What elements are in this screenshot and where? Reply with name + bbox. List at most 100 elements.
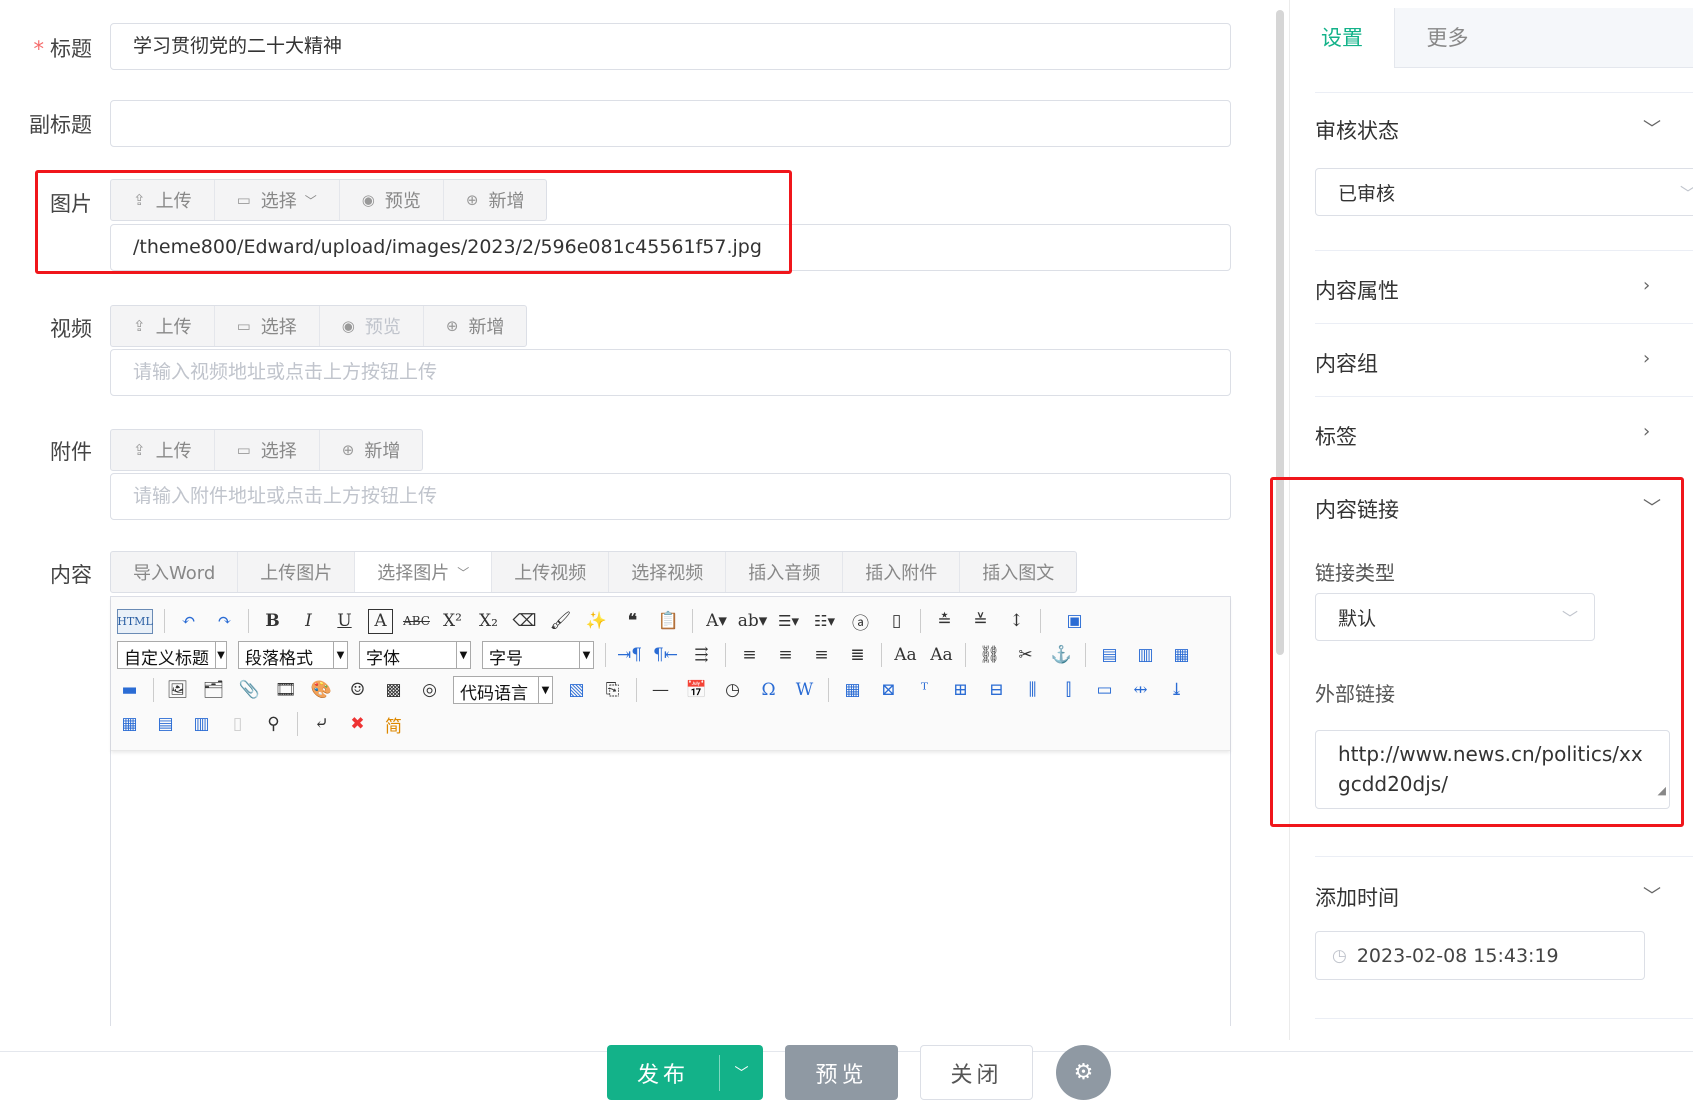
clear-doc-icon[interactable]: ▯ [884, 609, 909, 634]
html-source-icon[interactable]: HTML [117, 608, 153, 634]
search-replace-icon[interactable]: ⚲ [261, 712, 286, 737]
image-left-icon[interactable]: ▥ [1133, 643, 1158, 668]
code-language-select[interactable]: 代码语言 ▼ [453, 676, 553, 704]
superscript-icon[interactable]: X² [440, 609, 465, 634]
redo-icon[interactable]: ↷ [212, 609, 237, 634]
font-family-select[interactable]: 字体 ▼ [359, 641, 471, 669]
content-attributes-title[interactable]: 内容属性 [1315, 275, 1399, 305]
form-scrollbar-thumb[interactable] [1276, 10, 1284, 655]
tools-icon[interactable]: ✖ [345, 712, 370, 737]
underline-icon[interactable]: U [332, 609, 357, 634]
publish-button[interactable]: 发布 ﹀ [607, 1045, 763, 1100]
to-uppercase-icon[interactable]: Aa [893, 643, 918, 668]
align-left-icon[interactable]: ≡ [737, 643, 762, 668]
unlink-icon[interactable]: ✂ [1013, 643, 1038, 668]
select-all-icon[interactable]: ⓐ [848, 609, 873, 634]
insert-row-icon[interactable]: ⊞ [948, 678, 973, 703]
content-link-title[interactable]: 内容链接 [1315, 494, 1399, 524]
chevron-down-icon[interactable]: ﹀ [720, 1063, 763, 1083]
insert-audio-button[interactable]: 插入音频 [726, 552, 844, 592]
chevron-down-icon[interactable]: ﹀ [1643, 115, 1661, 141]
review-status-select[interactable]: 已审核 ﹀ [1315, 168, 1693, 216]
image-none-icon[interactable]: ▤ [1097, 643, 1122, 668]
image-right-icon[interactable]: ▦ [1169, 643, 1194, 668]
rich-text-editor[interactable]: HTML ↶ ↷ B I U A ABC X² X₂ ⌫ 🖌 ✨ ❝ 📋 A▾ … [110, 596, 1231, 1026]
font-color-icon[interactable]: A▾ [704, 609, 729, 634]
rtl-icon[interactable]: ¶⇤ [653, 643, 678, 668]
undo-icon[interactable]: ↶ [176, 609, 201, 634]
link-icon[interactable]: ⛓ [977, 643, 1002, 668]
split-to-cols-icon[interactable]: ▥ [189, 712, 214, 737]
ltr-icon[interactable]: ⇥¶ [617, 643, 642, 668]
review-status-title[interactable]: 审核状态 [1315, 115, 1399, 145]
italic-icon[interactable]: I [296, 609, 321, 634]
font-border-icon[interactable]: A [368, 608, 393, 634]
horizontal-rule-icon[interactable]: — [648, 678, 673, 703]
delete-col-icon[interactable]: ⫿ [1056, 678, 1081, 703]
insert-table-icon[interactable]: ▦ [840, 678, 865, 703]
tab-settings[interactable]: 设置 [1290, 8, 1395, 68]
word-image-icon[interactable]: ⎘ [600, 678, 625, 703]
special-chars-icon[interactable]: Ω [756, 678, 781, 703]
video-input[interactable]: 请输入视频地址或点击上方按钮上传 [110, 349, 1231, 396]
image-select-button[interactable]: ▭ 选择 ﹀ [215, 180, 340, 220]
add-time-picker[interactable]: ◷ 2023-02-08 15:43:19 [1315, 931, 1645, 980]
chevron-right-icon[interactable]: › [1643, 421, 1650, 442]
custom-heading-select[interactable]: 自定义标题 ▼ [117, 641, 227, 669]
external-link-textarea[interactable]: http://www.news.cn/politics/xxgcdd20djs/… [1315, 730, 1670, 809]
format-brush-icon[interactable]: 🖌 [548, 609, 573, 634]
date-icon[interactable]: 📅 [684, 678, 709, 703]
simple-upload-icon[interactable]: 🖼 [165, 678, 190, 703]
row-spacing-bottom-icon[interactable]: ≚ [968, 609, 993, 634]
attachment-select-button[interactable]: ▭ 选择 [215, 430, 320, 470]
chevron-right-icon[interactable]: › [1643, 348, 1650, 369]
image-center-icon[interactable]: ▬ [117, 678, 142, 703]
word-doc-icon[interactable]: W [792, 678, 817, 703]
scrawl-icon[interactable]: 🎨 [309, 678, 334, 703]
insert-col-icon[interactable]: ⫼ [1020, 678, 1045, 703]
row-spacing-top-icon[interactable]: ≛ [932, 609, 957, 634]
title-input[interactable]: 学习贯彻党的二十大精神 [110, 23, 1231, 70]
anchor-icon[interactable]: ⚓ [1049, 643, 1074, 668]
insert-attachment-button[interactable]: 插入附件 [843, 552, 961, 592]
font-size-select[interactable]: 字号 ▼ [482, 641, 594, 669]
attachment-input[interactable]: 请输入附件地址或点击上方按钮上传 [110, 473, 1231, 520]
strikethrough-icon[interactable]: ABC [403, 609, 430, 634]
eraser-icon[interactable]: ⌫ [512, 609, 537, 634]
tags-title[interactable]: 标签 [1315, 421, 1357, 451]
merge-down-icon[interactable]: ⤓ [1164, 678, 1189, 703]
blockquote-icon[interactable]: ❝ [620, 609, 645, 634]
gear-icon[interactable]: ⚙ [1056, 1045, 1111, 1100]
video-icon[interactable]: 🎞 [273, 678, 298, 703]
template-icon[interactable]: ▧ [564, 678, 589, 703]
delete-row-icon[interactable]: ⊟ [984, 678, 1009, 703]
link-type-select[interactable]: 默认 ﹀ [1315, 593, 1595, 641]
merge-cells-icon[interactable]: ▭ [1092, 678, 1117, 703]
to-lowercase-icon[interactable]: Aa [929, 643, 954, 668]
merge-right-icon[interactable]: ⇹ [1128, 678, 1153, 703]
image-preview-button[interactable]: ◉ 预览 [340, 180, 444, 220]
add-time-title[interactable]: 添加时间 [1315, 882, 1399, 912]
image-upload-button[interactable]: ⇪ 上传 [111, 180, 215, 220]
split-to-cells-icon[interactable]: ▦ [117, 712, 142, 737]
ordered-list-icon[interactable]: ☰▾ [776, 609, 801, 634]
attachment-icon[interactable]: 📎 [237, 678, 262, 703]
insert-paragraph-before-table-icon[interactable]: ᵀ [912, 678, 937, 703]
video-upload-button[interactable]: ⇪ 上传 [111, 306, 215, 346]
select-video-button[interactable]: 选择视频 [609, 552, 727, 592]
chinese-convert-icon[interactable]: 简 [381, 712, 406, 737]
subtitle-input[interactable] [110, 100, 1231, 147]
paragraph-format-select[interactable]: 段落格式 ▼ [238, 641, 348, 669]
upload-video-button[interactable]: 上传视频 [492, 552, 610, 592]
time-icon[interactable]: ◷ [720, 678, 745, 703]
align-justify-icon[interactable]: ≣ [845, 643, 870, 668]
emotion-icon[interactable]: ☺ [345, 678, 370, 703]
close-button[interactable]: 关闭 [920, 1045, 1033, 1100]
paste-text-icon[interactable]: 📋 [656, 609, 681, 634]
chevron-right-icon[interactable]: › [1643, 275, 1650, 296]
chevron-down-icon[interactable]: ﹀ [1643, 494, 1661, 520]
image-path-input[interactable]: /theme800/Edward/upload/images/2023/2/59… [110, 224, 1231, 271]
tab-more[interactable]: 更多 [1395, 8, 1500, 68]
attachment-add-button[interactable]: ⊕ 新增 [320, 430, 423, 470]
map-icon[interactable]: ◎ [417, 678, 442, 703]
